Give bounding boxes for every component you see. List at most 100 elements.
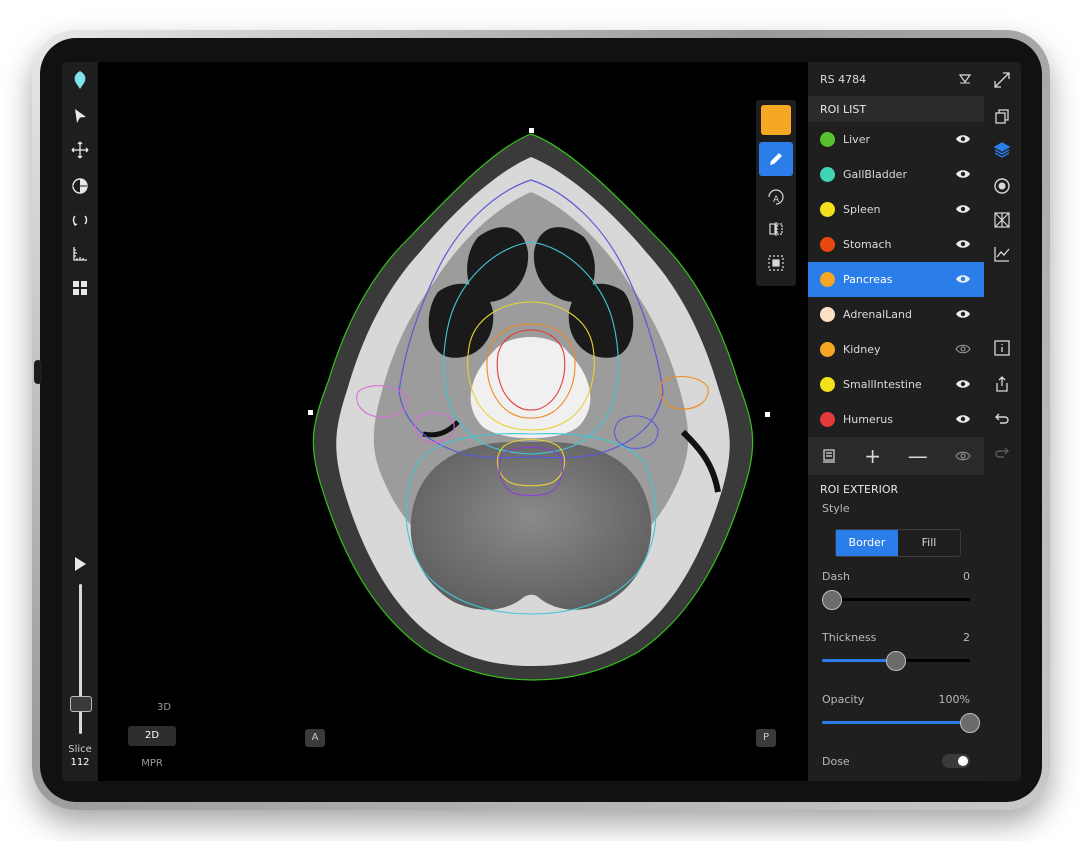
bounding-box-button[interactable] (759, 246, 793, 280)
pan-move-icon[interactable] (68, 138, 92, 162)
slice-number: 112 (70, 757, 90, 768)
dash-slider[interactable] (822, 590, 970, 610)
pencil-icon (770, 153, 782, 165)
roi-color-dot (820, 342, 835, 357)
info-icon[interactable] (990, 336, 1014, 360)
remove-roi-icon[interactable]: — (908, 444, 928, 468)
visibility-eye-icon[interactable] (955, 238, 971, 250)
visibility-eye-icon[interactable] (955, 133, 971, 145)
roi-color-dot (820, 167, 835, 182)
redo-icon[interactable] (990, 440, 1014, 464)
roi-item[interactable]: Stomach (808, 227, 984, 262)
add-roi-icon[interactable]: + (864, 444, 881, 468)
undo-icon[interactable] (990, 406, 1014, 430)
opacity-value: 100% (938, 693, 970, 706)
target-icon[interactable] (990, 174, 1014, 198)
thickness-slider[interactable] (822, 651, 970, 671)
roi-color-dot (820, 132, 835, 147)
mirror-contour-button[interactable] (759, 212, 793, 246)
thickness-slider-handle[interactable] (886, 651, 906, 671)
side-camera (34, 360, 42, 384)
color-swatch-button[interactable] (759, 103, 793, 137)
roi-item[interactable]: Liver (808, 122, 984, 157)
dose-row: Dose (822, 755, 932, 768)
dash-label: Dash (822, 570, 850, 583)
roi-name: Stomach (843, 238, 892, 251)
layers-icon[interactable] (990, 138, 1014, 162)
roi-name: SmallIntestine (843, 378, 922, 391)
roi-name: Liver (843, 133, 870, 146)
roi-item[interactable]: Kidney (808, 332, 984, 367)
style-segmented-control: Border Fill (835, 529, 961, 557)
visibility-eye-icon[interactable] (955, 378, 971, 390)
roi-item[interactable]: Pancreas (808, 262, 984, 297)
roi-panel: RS 4784 ROI LIST Liver GallBladder Spleen S… (808, 62, 984, 781)
copy-window-icon[interactable] (990, 104, 1014, 128)
style-border-option[interactable]: Border (836, 530, 898, 556)
dose-toggle[interactable] (942, 754, 970, 768)
roi-item[interactable]: GallBladder (808, 157, 984, 192)
share-icon[interactable] (990, 372, 1014, 396)
thickness-label: Thickness (822, 631, 877, 644)
ct-scan-image (308, 128, 770, 681)
select-pointer-icon[interactable] (68, 104, 92, 128)
roi-name: AdrenalLand (843, 308, 912, 321)
roi-color-dot (820, 202, 835, 217)
roi-name: Humerus (843, 413, 893, 426)
visibility-eye-icon[interactable] (955, 343, 971, 355)
dose-grid-icon[interactable] (990, 208, 1014, 232)
structure-set-selector[interactable]: RS 4784 (808, 62, 984, 96)
style-fill-option[interactable]: Fill (898, 530, 960, 556)
opacity-slider-handle[interactable] (960, 713, 980, 733)
roi-item[interactable]: AdrenalLand (808, 297, 984, 332)
roi-item[interactable]: SmallIntestine (808, 367, 984, 402)
roi-color-dot (820, 272, 835, 287)
expand-icon[interactable] (990, 68, 1014, 92)
roi-name: Spleen (843, 203, 881, 216)
opacity-row: Opacity 100% (822, 693, 970, 706)
visibility-eye-icon[interactable] (955, 308, 971, 320)
view-mpr-button[interactable]: MPR (132, 758, 172, 769)
view-2d-button[interactable]: 2D (128, 726, 176, 746)
dose-label: Dose (822, 755, 850, 768)
chart-icon[interactable] (990, 242, 1014, 266)
contour-tool-palette: A (756, 100, 796, 286)
toggle-visibility-icon[interactable] (954, 450, 971, 462)
orientation-marker-left: A (305, 729, 325, 747)
window-level-icon[interactable] (68, 174, 92, 198)
roi-list-header: ROI LIST (808, 96, 984, 122)
auto-contour-button[interactable]: A (759, 180, 793, 214)
dash-slider-handle[interactable] (822, 590, 842, 610)
left-toolbar: Slice 112 (62, 62, 98, 781)
filter-dropdown-icon[interactable] (959, 74, 971, 84)
document-icon[interactable] (821, 448, 837, 464)
roi-color-dot (820, 412, 835, 427)
orientation-marker-right: P (756, 729, 776, 747)
slice-slider-handle[interactable] (70, 696, 92, 712)
visibility-eye-icon[interactable] (955, 168, 971, 180)
thickness-row: Thickness 2 (822, 631, 970, 644)
pen-tool-button[interactable] (759, 142, 793, 176)
layout-grid-icon[interactable] (68, 276, 92, 300)
visibility-eye-icon[interactable] (955, 273, 971, 285)
opacity-slider[interactable] (822, 713, 980, 733)
roi-name: GallBladder (843, 168, 907, 181)
visibility-eye-icon[interactable] (955, 413, 971, 425)
image-viewer[interactable]: 3D 2D MPR A P (98, 62, 808, 781)
dash-value: 0 (963, 570, 970, 583)
app-logo-icon (68, 68, 92, 92)
thickness-value: 2 (963, 631, 970, 644)
structure-set-name: RS 4784 (820, 72, 867, 86)
visibility-eye-icon[interactable] (955, 203, 971, 215)
thickness-slider-fill (822, 659, 896, 662)
roi-color-dot (820, 377, 835, 392)
play-icon[interactable] (68, 552, 92, 576)
view-3d-button[interactable]: 3D (144, 702, 184, 713)
mirror-icon (769, 222, 783, 236)
measure-ruler-icon[interactable] (68, 242, 92, 266)
roi-item[interactable]: Spleen (808, 192, 984, 227)
roi-list: Liver GallBladder Spleen Stomach Pancreas Adr… (808, 122, 984, 437)
style-label: Style (822, 502, 850, 515)
rotate-icon[interactable] (68, 208, 92, 232)
roi-item[interactable]: Humerus (808, 402, 984, 437)
